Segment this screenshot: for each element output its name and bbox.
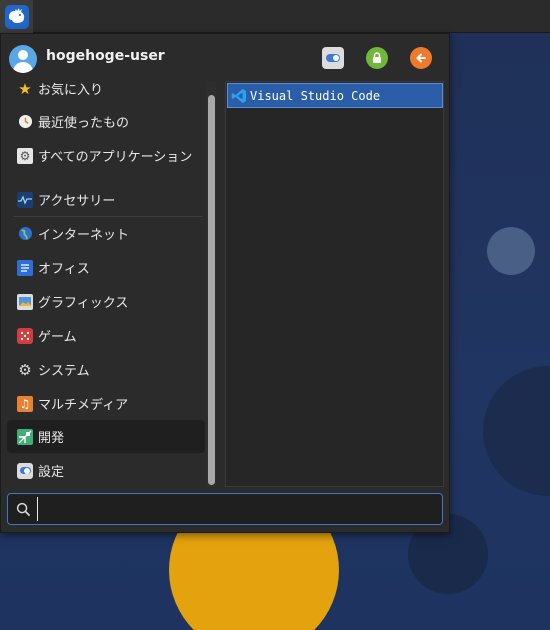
category-accessories[interactable]: アクセサリー bbox=[7, 183, 205, 216]
username: hogehoge-user bbox=[46, 48, 165, 64]
settings-toggle-icon bbox=[17, 462, 33, 479]
category-games[interactable]: ゲーム bbox=[7, 319, 205, 352]
category-development[interactable]: 開発 bbox=[7, 420, 205, 453]
category-label: すべてのアプリケーション bbox=[38, 150, 193, 165]
search-input[interactable] bbox=[37, 497, 442, 521]
category-graphics[interactable]: グラフィックス bbox=[7, 285, 205, 318]
menu-header: hogehoge-user bbox=[1, 34, 449, 81]
app-label: Visual Studio Code bbox=[250, 88, 381, 103]
settings-button[interactable] bbox=[322, 47, 344, 69]
all-apps-gear-icon: ⚙ bbox=[17, 147, 33, 164]
category-favorites[interactable]: ★ お気に入り bbox=[7, 75, 205, 105]
lock-icon bbox=[366, 47, 388, 69]
logout-arrow-icon bbox=[410, 47, 432, 69]
category-office[interactable]: オフィス bbox=[7, 251, 205, 284]
toggle-settings-icon bbox=[322, 47, 344, 69]
category-recent[interactable]: 最近使ったもの bbox=[7, 105, 205, 138]
system-gear-icon: ⚙ bbox=[18, 360, 32, 379]
category-scrollbar[interactable] bbox=[206, 81, 216, 487]
whisker-menu: hogehoge-user ★ お気に入り 最近使ったもの ⚙ すべてのアプリケ… bbox=[0, 33, 450, 533]
category-label: お気に入り bbox=[38, 83, 104, 98]
category-label: オフィス bbox=[38, 262, 90, 277]
globe-icon bbox=[17, 226, 33, 242]
category-label: アクセサリー bbox=[38, 194, 116, 209]
recent-clock-icon bbox=[17, 114, 33, 130]
category-multimedia[interactable]: ♫ マルチメディア bbox=[7, 387, 205, 420]
xfce-mouse-icon bbox=[4, 4, 29, 29]
category-label: インターネット bbox=[38, 228, 130, 243]
music-note-icon: ♫ bbox=[17, 395, 33, 412]
development-icon bbox=[17, 428, 33, 445]
search-bar[interactable] bbox=[7, 493, 443, 525]
vscode-icon bbox=[231, 88, 247, 104]
star-icon: ★ bbox=[18, 79, 32, 98]
category-all-applications[interactable]: ⚙ すべてのアプリケーション bbox=[7, 139, 205, 172]
category-label: システム bbox=[38, 364, 90, 379]
lock-screen-button[interactable] bbox=[366, 47, 388, 69]
wallpaper-circle bbox=[483, 366, 550, 496]
graphics-image-icon bbox=[17, 293, 33, 310]
category-label: マルチメディア bbox=[38, 398, 129, 413]
user-avatar-icon bbox=[9, 45, 37, 73]
dice-icon bbox=[17, 327, 33, 344]
office-document-icon bbox=[17, 259, 33, 276]
category-label: 最近使ったもの bbox=[38, 116, 130, 131]
application-list: Visual Studio Code bbox=[225, 81, 444, 487]
category-list: ★ お気に入り 最近使ったもの ⚙ すべてのアプリケーション アクセサリー イン… bbox=[7, 75, 205, 487]
accessories-monitor-icon bbox=[17, 191, 33, 208]
category-label: 設定 bbox=[38, 465, 65, 480]
category-label: グラフィックス bbox=[38, 296, 129, 311]
whisker-menu-button[interactable] bbox=[0, 0, 33, 33]
category-label: ゲーム bbox=[38, 330, 77, 345]
app-visual-studio-code[interactable]: Visual Studio Code bbox=[227, 83, 443, 108]
category-label: 開発 bbox=[38, 431, 65, 446]
search-icon bbox=[16, 502, 31, 517]
category-system[interactable]: ⚙ システム bbox=[7, 353, 205, 386]
wallpaper-circle bbox=[487, 227, 535, 275]
category-settings[interactable]: 設定 bbox=[7, 454, 205, 487]
scrollbar-thumb[interactable] bbox=[208, 95, 215, 485]
top-panel bbox=[0, 0, 550, 33]
logout-button[interactable] bbox=[410, 47, 432, 69]
category-internet[interactable]: インターネット bbox=[7, 217, 205, 250]
